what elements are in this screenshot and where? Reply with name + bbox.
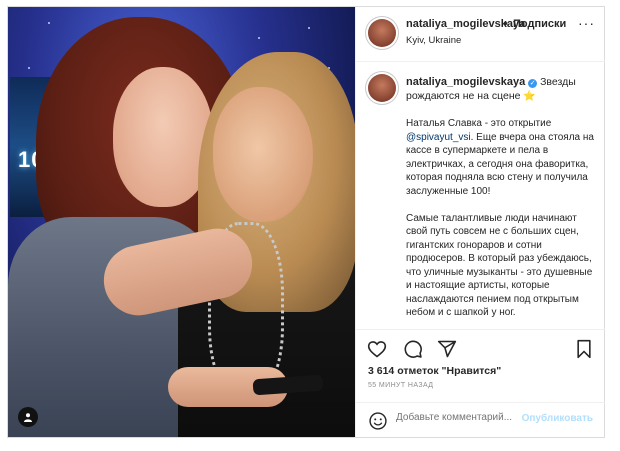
post-sidebar: nataliya_mogilevskaya • Подписки ··· Kyi… bbox=[355, 7, 605, 437]
emoji-icon[interactable] bbox=[368, 411, 388, 431]
likes-count[interactable]: 3 614 отметок "Нравится" bbox=[368, 365, 501, 377]
caption-paragraph: Наталья Славка - это открытие @spivayut_… bbox=[406, 117, 596, 198]
location-link[interactable]: Kyiv, Ukraine bbox=[406, 35, 461, 46]
caption-text: Наталья Славка - это открытие bbox=[406, 118, 552, 129]
caption-username[interactable]: nataliya_mogilevskaya bbox=[406, 76, 525, 88]
tagged-user-icon[interactable] bbox=[18, 407, 38, 427]
share-icon[interactable] bbox=[436, 338, 458, 360]
more-options-icon[interactable]: ··· bbox=[578, 15, 595, 31]
caption-headline: nataliya_mogilevskaya ✓ Звезды рождаются… bbox=[406, 75, 596, 104]
caption-avatar[interactable] bbox=[368, 74, 396, 102]
person-right-face bbox=[213, 87, 313, 222]
caption-paragraph: Самые талантливые люди начинают свой пут… bbox=[406, 212, 593, 319]
verified-badge-icon: ✓ bbox=[528, 79, 538, 88]
instagram-post: 100 nataliya_mogilevskaya • Подписки ···… bbox=[7, 6, 605, 438]
post-timestamp[interactable]: 55 МИНУТ НАЗАД bbox=[368, 382, 433, 389]
star-emoji-icon: ⭐ bbox=[523, 91, 536, 102]
post-header: nataliya_mogilevskaya • Подписки ··· Kyi… bbox=[356, 7, 605, 62]
heart-icon[interactable] bbox=[366, 338, 388, 360]
comment-bar: Опубликовать bbox=[356, 402, 605, 438]
post-photo[interactable]: 100 bbox=[8, 7, 355, 437]
caption: nataliya_mogilevskaya ✓ Звезды рождаются… bbox=[356, 62, 605, 327]
avatar[interactable] bbox=[368, 19, 396, 47]
separator-dot: • bbox=[504, 18, 508, 30]
action-bar bbox=[356, 329, 605, 366]
comment-icon[interactable] bbox=[402, 338, 424, 360]
comment-input[interactable] bbox=[396, 412, 526, 423]
bookmark-icon[interactable] bbox=[573, 338, 595, 360]
following-button[interactable]: Подписки bbox=[513, 18, 566, 30]
post-comment-button[interactable]: Опубликовать bbox=[522, 413, 593, 424]
mention-link[interactable]: @spivayut_vsi bbox=[406, 132, 471, 143]
caption-body: Наталья Славка - это открытие @spivayut_… bbox=[406, 117, 596, 327]
